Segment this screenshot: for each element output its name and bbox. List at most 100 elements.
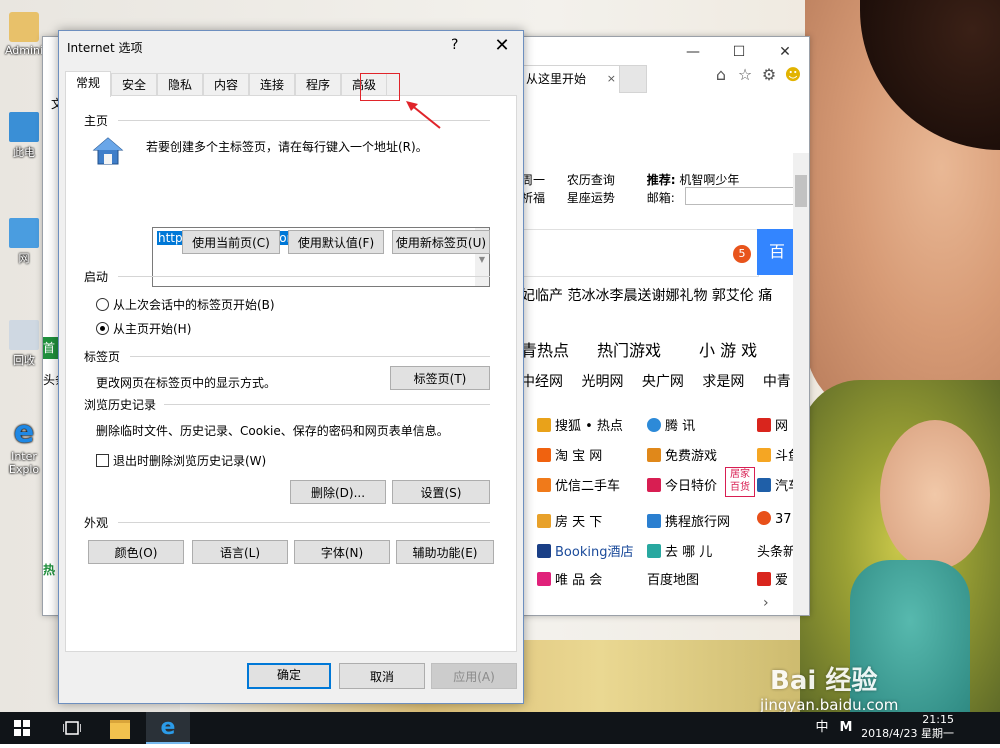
lunar-link[interactable]: 农历查询 [567, 173, 615, 187]
site-link[interactable]: 唯 品 会 [537, 569, 602, 588]
house-icon [92, 136, 124, 169]
accessibility-button[interactable]: 辅助功能(E) [396, 540, 494, 564]
scroll-right-icon[interactable]: › [763, 595, 769, 611]
site-link[interactable]: 搜狐 • 热点 [537, 415, 623, 434]
desktop-icon-recycle-bin[interactable]: 回收 [2, 320, 46, 368]
recommend-label: 推荐: [646, 173, 676, 187]
link[interactable]: 央广网 [642, 374, 684, 390]
baidu-watermark: Bai 经验 [770, 666, 878, 696]
search-button[interactable]: 百 [757, 229, 797, 275]
link[interactable]: 求是网 [702, 374, 744, 390]
tab-games[interactable]: 热门游戏 [597, 337, 661, 361]
scrollbar-thumb[interactable] [795, 175, 807, 207]
email-input[interactable] [685, 187, 795, 205]
news-headline[interactable]: 妃临产 范冰冰李晨送谢娜礼物 郭艾伦 痛 [521, 285, 772, 305]
windows-logo-icon [14, 720, 30, 736]
ie-logo-icon: e [13, 415, 35, 450]
colors-button[interactable]: 颜色(O) [88, 540, 184, 564]
site-link[interactable]: 百度地图 [647, 569, 699, 588]
recommend-link[interactable]: 机智啊少年 [679, 173, 739, 187]
desktop-icon-this-pc[interactable]: 此电 [2, 112, 46, 160]
fonts-button[interactable]: 字体(N) [294, 540, 390, 564]
maximize-button[interactable]: ☐ [719, 41, 759, 63]
delete-history-button[interactable]: 删除(D)... [290, 480, 386, 504]
tabs-settings-button[interactable]: 标签页(T) [390, 366, 490, 390]
use-new-tab-button[interactable]: 使用新标签页(U) [392, 230, 490, 254]
tabs-section-title: 标签页 [84, 350, 121, 364]
site-link[interactable]: 爱 [757, 569, 788, 588]
star-icon[interactable]: ☆ [735, 65, 755, 85]
wallpaper-detail [880, 420, 990, 570]
smiley-icon[interactable]: ☻ [783, 65, 803, 85]
promo-badge[interactable]: 居家 百货 [725, 467, 755, 497]
desktop-icon-network[interactable]: 网 [2, 218, 46, 266]
ime-mode-indicator[interactable]: M [836, 712, 856, 744]
tab-connections[interactable]: 连接 [249, 73, 295, 96]
desktop-icon-ie[interactable]: e Inter Explo [2, 415, 46, 477]
task-view-button[interactable] [50, 712, 94, 744]
radio-button-selected[interactable] [96, 322, 109, 335]
browser-tab[interactable]: 从这里开始 × [521, 65, 623, 92]
close-button[interactable]: ✕ [765, 41, 805, 63]
clock-time: 21:15 [922, 713, 954, 726]
site-link[interactable]: 携程旅行网 [647, 511, 730, 530]
site-link[interactable]: 去 哪 儿 [647, 541, 712, 560]
horoscope-link[interactable]: 星座运势 [567, 191, 615, 205]
cancel-button[interactable]: 取消 [339, 663, 425, 689]
languages-button[interactable]: 语言(L) [192, 540, 288, 564]
tab-hot[interactable]: 青热点 [521, 337, 569, 361]
recycle-bin-icon [9, 320, 39, 350]
site-link[interactable]: 网 [757, 415, 788, 434]
site-link[interactable]: 37 [757, 511, 792, 527]
delete-on-exit-checkbox[interactable]: 退出时删除浏览历史记录(W) [96, 452, 266, 469]
ie-taskbar-button[interactable]: e [146, 712, 190, 744]
site-link[interactable]: 免费游戏 [647, 445, 717, 464]
home-icon[interactable]: ⌂ [711, 65, 731, 85]
dialog-close-button[interactable]: ✕ [487, 33, 517, 59]
use-default-button[interactable]: 使用默认值(F) [288, 230, 384, 254]
tab-small-games[interactable]: 小 游 戏 [699, 337, 757, 361]
gear-icon[interactable]: ⚙ [759, 65, 779, 85]
tab-general[interactable]: 常规 [65, 71, 111, 97]
system-clock[interactable]: 21:15 2018/4/23 星期一 [861, 713, 954, 741]
ok-button[interactable]: 确定 [247, 663, 331, 689]
deals-icon [647, 478, 661, 492]
tab-privacy[interactable]: 隐私 [157, 73, 203, 96]
minimize-button[interactable]: — [673, 41, 713, 63]
startup-option-home-page[interactable]: 从主页开始(H) [96, 320, 191, 337]
site-link[interactable]: 淘 宝 网 [537, 445, 602, 464]
link[interactable]: 中青 [763, 374, 791, 390]
new-tab-button[interactable] [619, 65, 647, 93]
douyu-icon [757, 448, 771, 462]
site-link[interactable]: 头条新 [757, 541, 796, 560]
help-button[interactable]: ? [451, 37, 458, 53]
site-link[interactable]: 房 天 下 [537, 511, 602, 530]
ime-indicator[interactable]: 中 [812, 712, 832, 744]
desktop-icon-admin[interactable]: Admini [2, 12, 46, 57]
booking-icon [537, 544, 551, 558]
tab-close-icon[interactable]: × [607, 66, 616, 92]
divider [118, 276, 490, 277]
site-link[interactable]: Booking酒店 [537, 541, 633, 560]
link[interactable]: 光明网 [581, 374, 623, 390]
search-input[interactable] [521, 229, 759, 277]
file-explorer-button[interactable] [98, 712, 142, 744]
apply-button[interactable]: 应用(A) [431, 663, 517, 689]
links-row: 中经网 光明网 央广网 求是网 中青 [521, 371, 791, 391]
use-current-button[interactable]: 使用当前页(C) [182, 230, 280, 254]
radio-label: 从主页开始(H) [113, 322, 192, 336]
radio-button[interactable] [96, 298, 109, 311]
vertical-scrollbar[interactable] [793, 153, 809, 615]
tab-content[interactable]: 内容 [203, 73, 249, 96]
checkbox[interactable] [96, 454, 109, 467]
taobao-icon [537, 448, 551, 462]
history-settings-button[interactable]: 设置(S) [392, 480, 490, 504]
site-link[interactable]: 优信二手车 [537, 475, 620, 494]
link[interactable]: 中经网 [521, 374, 563, 390]
startup-option-last-session[interactable]: 从上次会话中的标签页开始(B) [96, 296, 275, 313]
site-link[interactable]: 腾 讯 [647, 415, 695, 434]
tab-programs[interactable]: 程序 [295, 73, 341, 96]
site-link[interactable]: 今日特价 [647, 475, 717, 494]
start-button[interactable] [0, 712, 44, 744]
tab-security[interactable]: 安全 [111, 73, 157, 96]
